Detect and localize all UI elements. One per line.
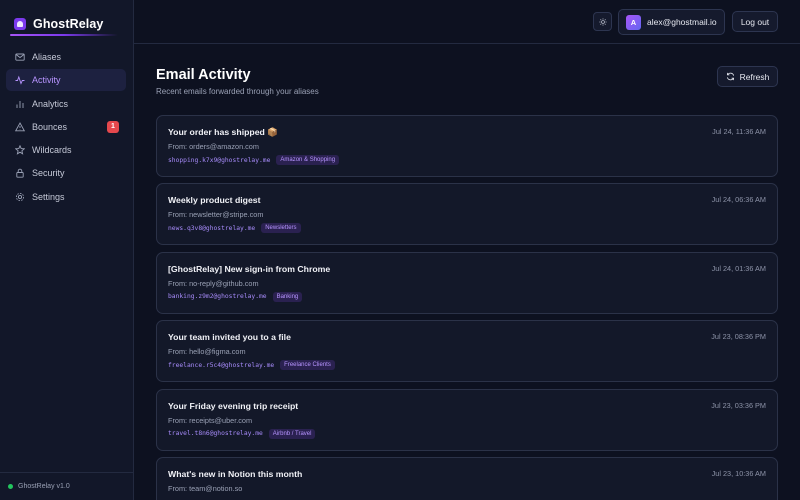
email-meta: freelance.r5c4@ghostrelay.me Freelance C… [168,360,335,371]
email-sender: From: no-reply@github.com [168,278,259,288]
sidebar-item-wildcards[interactable]: Wildcards [6,139,126,161]
email-sender: From: orders@amazon.com [168,142,259,151]
email-subject: Your order has shipped 📦 [168,127,279,137]
email-subject: Your Friday evening trip receipt [168,400,299,411]
email-timestamp: Jul 24, 06:36 AM [711,195,766,205]
email-sender: From: hello@figma.com [168,347,246,357]
email-timestamp: Jul 23, 08:36 PM [711,332,766,342]
sidebar-footer: GhostRelay v1.0 [0,472,134,500]
logout-button[interactable]: Log out [732,11,778,32]
avatar: A [626,14,641,30]
bar-chart-icon [15,99,25,109]
sidebar-item-label: Wildcards [32,145,72,156]
ghost-logo-icon [14,17,26,30]
star-icon [15,145,25,155]
refresh-icon [726,72,734,81]
email-card[interactable]: [GhostRelay] New sign-in from Chrome Fro… [156,251,778,314]
email-card[interactable]: Your team invited you to a file From: he… [156,320,778,383]
email-subject: Your team invited you to a file [168,332,291,343]
warning-icon [15,121,25,132]
sidebar-item-bounces[interactable]: Bounces 1 [6,116,126,138]
alias-address: travel.t8n6@ghostrelay.me [168,430,263,438]
email-meta: banking.z9m2@ghostrelay.me Banking [168,291,303,302]
sidebar-item-label: Settings [32,191,65,202]
sidebar-item-label: Security [32,168,65,179]
alias-address: news.q3v8@ghostrelay.me [168,224,256,232]
sidebar-item-security[interactable]: Security [6,162,126,184]
alias-tag: Amazon & Shopping [276,155,340,165]
alias-tag: Newsletters [261,223,301,234]
sidebar-nav: Aliases Activity Analytics Bounces 1 Wil… [6,46,126,209]
email-timestamp: Jul 23, 10:36 AM [711,468,766,478]
refresh-label: Refresh [739,71,770,82]
brand-underline [10,34,118,36]
email-timestamp: Jul 24, 11:36 AM [712,127,766,136]
sidebar-item-label: Analytics [32,98,69,109]
sidebar: GhostRelay Aliases Activity Analytics Bo… [0,0,134,500]
mail-icon [15,52,25,62]
alias-tag: Freelance Clients [280,360,335,371]
email-card[interactable]: Your Friday evening trip receipt From: r… [156,388,778,451]
top-header: A alex@ghostmail.io Log out [134,0,800,44]
refresh-button[interactable]: Refresh [717,66,778,87]
email-sender: From: newsletter@stripe.com [168,210,264,220]
bounces-count-badge: 1 [107,120,119,133]
page-title: Email Activity [156,67,251,83]
email-subject: Weekly product digest [168,195,261,206]
sun-icon [598,17,607,26]
alias-address: freelance.r5c4@ghostrelay.me [168,361,275,369]
sidebar-item-label: Activity [32,75,61,86]
alias-address: shopping.k7x9@ghostrelay.me [168,156,271,164]
gear-icon [15,192,25,202]
theme-toggle-button[interactable] [593,12,612,31]
sidebar-item-aliases[interactable]: Aliases [6,46,126,68]
email-list: Your order has shipped 📦 From: orders@am… [156,115,778,500]
sidebar-item-analytics[interactable]: Analytics [6,93,126,115]
sidebar-item-label: Aliases [32,52,62,62]
alias-address: banking.z9m2@ghostrelay.me [168,293,267,301]
email-sender: From: receipts@uber.com [168,415,253,425]
email-card[interactable]: Weekly product digest From: newsletter@s… [156,183,778,246]
page-subtitle: Recent emails forwarded through your ali… [156,87,319,96]
alias-tag: Banking [272,291,303,302]
activity-icon [15,75,25,86]
email-timestamp: Jul 23, 03:36 PM [711,400,766,410]
sidebar-item-label: Bounces [32,121,68,132]
email-meta: shopping.k7x9@ghostrelay.me Amazon & Sho… [168,155,340,165]
email-card[interactable]: What's new in Notion this month From: te… [156,456,778,500]
app-version: GhostRelay v1.0 [18,483,70,490]
lock-icon [15,168,25,179]
email-timestamp: Jul 24, 01:36 AM [711,263,766,273]
sidebar-item-activity[interactable]: Activity [6,69,126,92]
user-email: alex@ghostmail.io [647,17,717,27]
email-sender: From: team@notion.so [168,483,243,493]
brand[interactable]: GhostRelay [0,0,133,36]
email-meta: news.q3v8@ghostrelay.me Newsletters [168,223,301,234]
email-card[interactable]: Your order has shipped 📦 From: orders@am… [156,115,778,177]
email-meta: travel.t8n6@ghostrelay.me Airbnb / Trave… [168,428,316,439]
sidebar-item-settings[interactable]: Settings [6,186,126,208]
status-dot-icon [8,484,13,489]
alias-tag: Airbnb / Travel [268,428,316,439]
user-menu[interactable]: A alex@ghostmail.io [618,9,725,35]
email-subject: [GhostRelay] New sign-in from Chrome [168,263,331,274]
email-subject: What's new in Notion this month [168,468,303,479]
brand-name: GhostRelay [33,16,104,31]
